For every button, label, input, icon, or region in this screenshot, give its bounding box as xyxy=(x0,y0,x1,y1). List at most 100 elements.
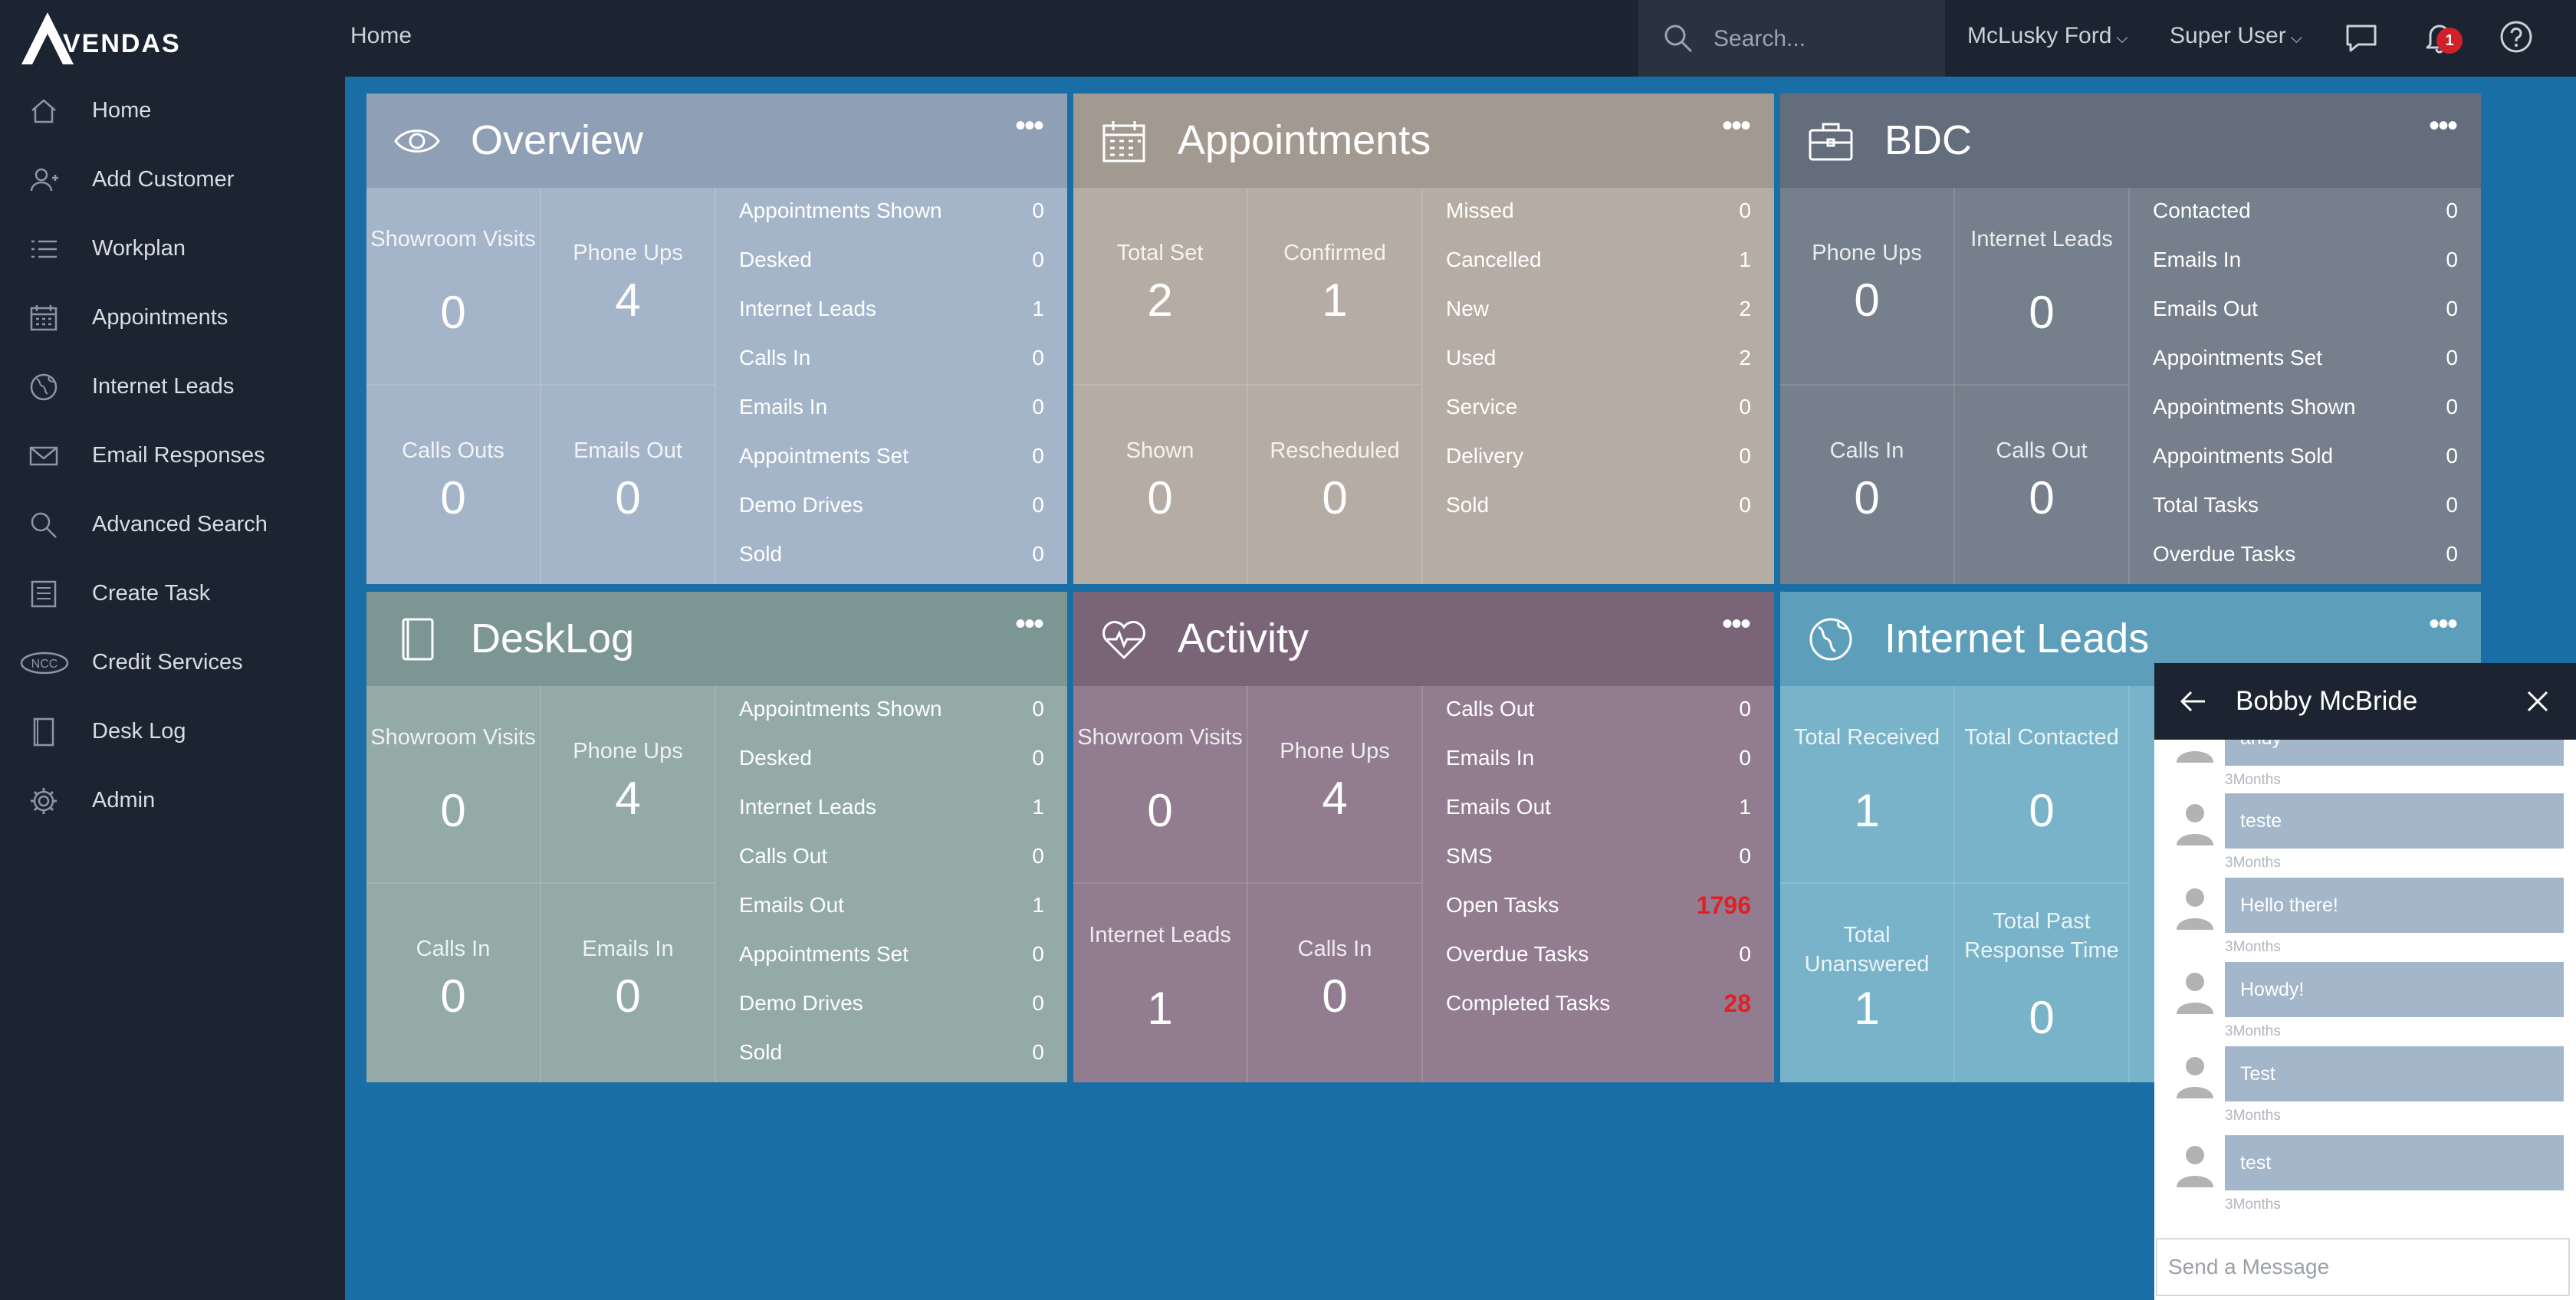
stat-tile: Internet Leads 1 xyxy=(1073,884,1247,1080)
add-user-icon xyxy=(30,168,58,192)
breadcrumb[interactable]: Home xyxy=(350,23,412,49)
stat-label: Emails In xyxy=(1446,746,1535,770)
more-options-icon[interactable]: ••• xyxy=(1015,109,1044,143)
search-input[interactable] xyxy=(1712,23,1937,55)
stat-label: Demo Drives xyxy=(739,991,863,1015)
stat-row: Calls Out 0 xyxy=(716,833,1067,882)
stat-value: 0 xyxy=(1032,395,1044,419)
book-icon xyxy=(33,717,54,747)
tile-label: Phone Ups xyxy=(573,241,683,265)
stat-value: 0 xyxy=(1032,444,1044,468)
stat-tile: Total Unanswered 1 xyxy=(1780,884,1953,1080)
dealer-menu[interactable]: McLusky Ford ⌵ xyxy=(1967,23,2128,49)
stat-tile: Calls In 0 xyxy=(1248,884,1421,1080)
stat-row: Desked 0 xyxy=(716,237,1067,286)
message-time: 3Months xyxy=(2225,855,2281,871)
close-icon[interactable] xyxy=(2521,684,2555,718)
sidebar-item-label: Appointments xyxy=(92,305,228,330)
stat-label: Contacted xyxy=(2153,199,2251,222)
sidebar-item-desk-log[interactable]: Desk Log xyxy=(0,698,345,767)
stat-row: Total Tasks 0 xyxy=(2130,482,2481,531)
desklog-header: DeskLog ••• xyxy=(366,592,1067,686)
stat-label: SMS xyxy=(1446,844,1493,868)
tile-value: 4 xyxy=(615,773,641,824)
stat-row: Appointments Shown 0 xyxy=(716,686,1067,735)
message-bubble: Howdy! xyxy=(2225,962,2564,1017)
search-icon[interactable] xyxy=(1663,23,1694,54)
stat-value-alert: 28 xyxy=(1723,990,1751,1017)
stat-tile: Total Past Response Time 0 xyxy=(1955,884,2128,1080)
sidebar-item-label: Desk Log xyxy=(92,719,186,744)
avatar xyxy=(2177,973,2213,1014)
book-icon xyxy=(402,618,434,661)
stat-value: 0 xyxy=(1032,942,1044,966)
stat-tile: Total Contacted 0 xyxy=(1955,686,2128,882)
more-options-icon[interactable]: ••• xyxy=(1015,607,1044,642)
stat-label: Total Tasks xyxy=(2153,493,2259,517)
envelope-icon xyxy=(29,446,58,466)
divider xyxy=(1953,188,1955,584)
sidebar-item-advanced-search[interactable]: Advanced Search xyxy=(0,491,345,560)
stat-label: Demo Drives xyxy=(739,493,863,517)
gear-icon xyxy=(31,788,57,814)
sidebar-item-credit-services[interactable]: NCC Credit Services xyxy=(0,629,345,698)
tile-value: 0 xyxy=(1854,472,1880,524)
ncc-logo-text: NCC xyxy=(31,658,58,671)
sidebar-item-appointments[interactable]: Appointments xyxy=(0,284,345,353)
tile-value: 4 xyxy=(615,274,641,326)
tile-value: 0 xyxy=(2029,287,2055,338)
chevron-down-icon: ⌵ xyxy=(2116,30,2128,47)
task-icon xyxy=(31,580,57,608)
chat-message: Test 3Months xyxy=(2154,1046,2576,1131)
tile-label: Showroom Visits xyxy=(370,725,536,750)
sidebar-item-create-task[interactable]: Create Task xyxy=(0,560,345,629)
tile-value: 0 xyxy=(440,472,466,524)
sidebar-item-admin[interactable]: Admin xyxy=(0,767,345,835)
stat-label: Open Tasks xyxy=(1446,893,1559,917)
stat-tile: Total Set 2 xyxy=(1073,188,1247,384)
home-icon xyxy=(31,99,56,123)
stat-label: Appointments Shown xyxy=(2153,395,2356,419)
stat-tile: Calls In 0 xyxy=(1780,386,1953,582)
tile-label: Calls In xyxy=(1829,438,1904,463)
more-options-icon[interactable]: ••• xyxy=(1722,109,1751,143)
stat-value: 0 xyxy=(1739,493,1751,517)
stat-label: Missed xyxy=(1446,199,1514,222)
sidebar-item-internet-leads[interactable]: Internet Leads xyxy=(0,353,345,422)
sidebar-item-workplan[interactable]: Workplan xyxy=(0,215,345,284)
stat-value: 0 xyxy=(1032,844,1044,868)
send-message-input[interactable] xyxy=(2156,1238,2570,1296)
stat-label: Appointments Shown xyxy=(739,697,942,721)
more-options-icon[interactable]: ••• xyxy=(1722,607,1751,642)
chat-panel: Bobby McBride andy 3Months teste 3Months… xyxy=(2154,663,2576,1300)
help-icon[interactable] xyxy=(2498,18,2535,55)
divider xyxy=(1247,686,1248,1082)
more-options-icon[interactable]: ••• xyxy=(2429,607,2458,642)
sidebar-item-email-responses[interactable]: Email Responses xyxy=(0,422,345,491)
tile-label: Phone Ups xyxy=(1812,241,1922,265)
sidebar-item-add-customer[interactable]: Add Customer xyxy=(0,146,345,215)
stat-tile: Phone Ups 4 xyxy=(541,686,715,882)
chat-message: Howdy! 3Months xyxy=(2154,962,2576,1046)
divider xyxy=(2128,686,2130,1082)
stat-label: Sold xyxy=(739,542,783,566)
stat-row: Emails In 0 xyxy=(1423,735,1774,784)
sidebar-item-home[interactable]: Home xyxy=(0,77,345,146)
chat-bubble-icon[interactable] xyxy=(2343,18,2380,55)
tile-value: 0 xyxy=(2029,785,2055,836)
activity-header: Activity ••• xyxy=(1073,592,1774,686)
divider xyxy=(1073,882,1421,884)
chat-messages[interactable]: andy 3Months teste 3Months Hello there! … xyxy=(2154,740,2576,1135)
chat-message: test 3Months xyxy=(2154,1135,2576,1220)
globe-icon xyxy=(30,373,58,401)
tile-label: Phone Ups xyxy=(1280,739,1390,763)
stat-tile: Shown 0 xyxy=(1073,386,1247,582)
stat-label: Completed Tasks xyxy=(1446,991,1611,1015)
message-bubble: teste xyxy=(2225,793,2564,849)
widget-title: Appointments xyxy=(1178,117,1431,163)
more-options-icon[interactable]: ••• xyxy=(2429,109,2458,143)
stat-tile: Emails In 0 xyxy=(541,884,715,1080)
arrow-left-icon[interactable] xyxy=(2176,684,2210,718)
stat-row: Internet Leads 1 xyxy=(716,784,1067,833)
user-menu[interactable]: Super User ⌵ xyxy=(2170,23,2302,49)
